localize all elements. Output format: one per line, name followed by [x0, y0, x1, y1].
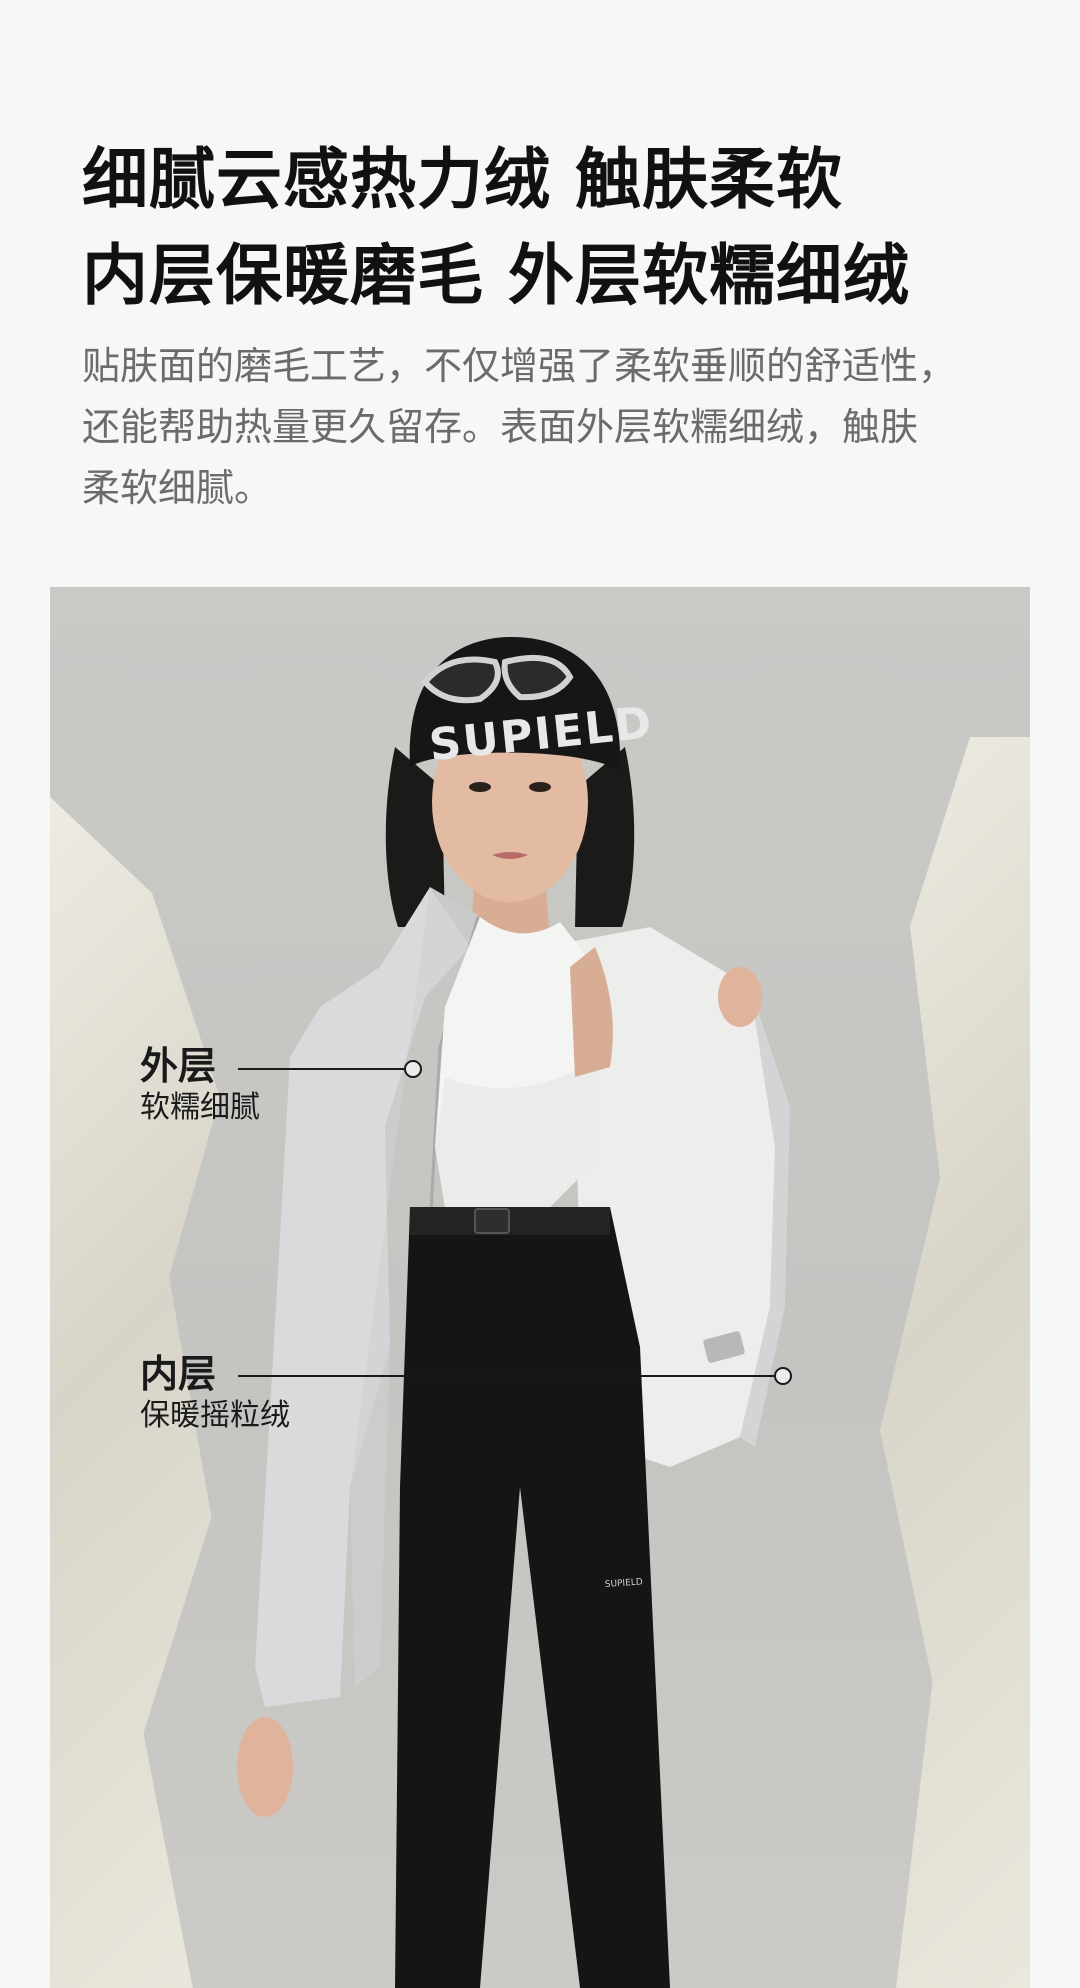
model-illustration: SUPIELD SUPIELD	[237, 637, 790, 1988]
hand-left	[237, 1717, 293, 1817]
callout-inner-subtitle: 保暖摇粒绒	[140, 1398, 290, 1433]
callout-outer-marker	[404, 1060, 422, 1078]
belt-buckle	[474, 1208, 510, 1234]
headline: 细腻云感热力绒 触肤柔软 内层保暖磨毛 外层软糯细绒	[82, 132, 910, 324]
callout-outer-subtitle: 软糯细腻	[140, 1090, 260, 1125]
eye-right	[529, 782, 551, 792]
hand-right	[718, 967, 762, 1027]
description-line-3: 柔软细腻。	[82, 466, 273, 510]
eye-left	[469, 782, 491, 792]
callout-inner-title: 内层	[140, 1352, 217, 1396]
callout-outer-layer: 外层 软糯细腻	[140, 1044, 260, 1128]
description-line-2: 还能帮助热量更久留存。表面外层软糯细绒，触肤	[82, 405, 919, 449]
description-line-1: 贴肤面的磨毛工艺，不仅增强了柔软垂顺的舒适性，	[82, 344, 957, 388]
callout-inner-layer: 内层 保暖摇粒绒	[140, 1352, 290, 1436]
product-detail-page: 细腻云感热力绒 触肤柔软 内层保暖磨毛 外层软糯细绒 贴肤面的磨毛工艺，不仅增强…	[0, 0, 1080, 1988]
callout-outer-leader-line	[238, 1068, 406, 1070]
headline-line-1: 细腻云感热力绒 触肤柔软	[82, 141, 843, 218]
callout-inner-marker	[774, 1367, 792, 1385]
product-photo: SUPIELD SUPIELD	[50, 587, 1030, 1988]
description: 贴肤面的磨毛工艺，不仅增强了柔软垂顺的舒适性， 还能帮助热量更久留存。表面外层软…	[82, 336, 1012, 519]
callout-outer-title: 外层	[140, 1044, 217, 1088]
headline-line-2: 内层保暖磨毛 外层软糯细绒	[82, 237, 910, 314]
callout-inner-leader-line	[238, 1375, 775, 1377]
pants	[395, 1207, 670, 1988]
